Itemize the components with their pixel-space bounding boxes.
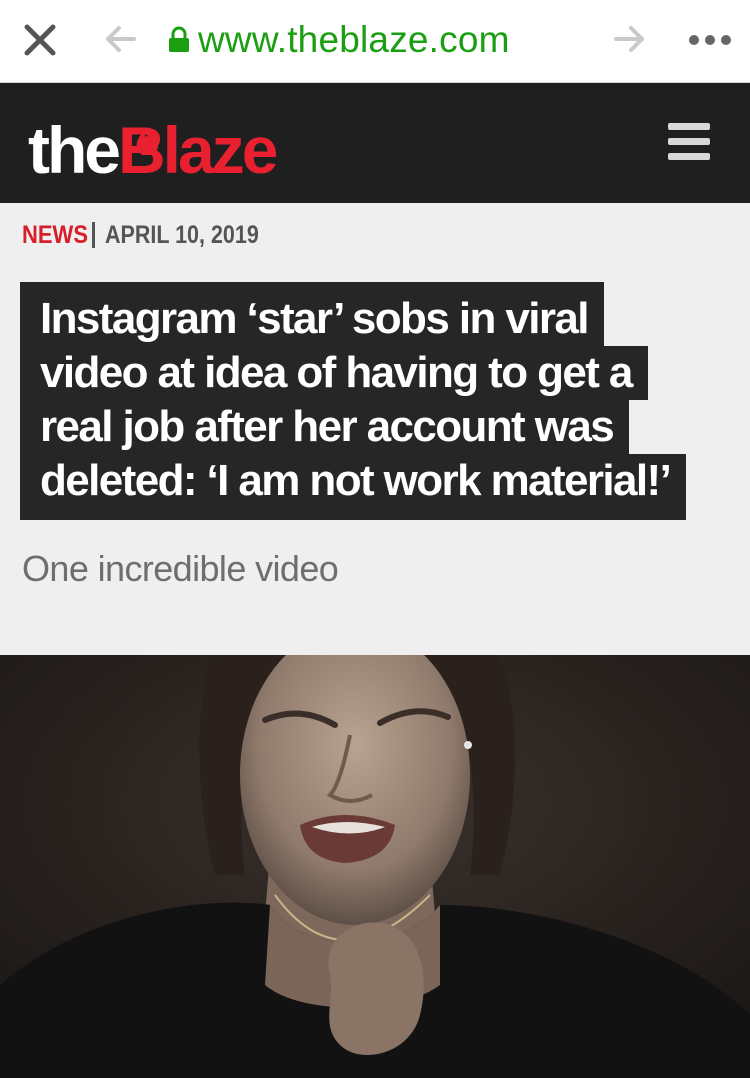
address-bar[interactable]: www.theblaze.com (168, 18, 510, 62)
meta-divider (92, 222, 95, 248)
page: www.theblaze.com the Blaze NEWS APRIL 10… (0, 0, 750, 1078)
flame-icon (128, 119, 168, 159)
logo-the: the (28, 113, 121, 187)
article-hero-image[interactable] (0, 655, 750, 1078)
headline-line: deleted: ‘I am not work material!’ (20, 454, 687, 520)
headline-line: real job after her account was (20, 400, 630, 454)
article-date: APRIL 10, 2019 (105, 221, 259, 249)
url-text: www.theblaze.com (198, 19, 510, 60)
close-icon[interactable] (22, 22, 58, 58)
article-headline: Instagram ‘star’ sobs in viral video at … (20, 282, 720, 520)
more-dots-icon[interactable] (686, 30, 734, 50)
headline-line: video at idea of having to get a (20, 346, 648, 400)
headline-line: Instagram ‘star’ sobs in viral (20, 282, 604, 346)
forward-arrow-icon[interactable] (612, 24, 646, 54)
site-header: the Blaze (0, 83, 750, 203)
article-subtitle: One incredible video (22, 548, 339, 589)
article-meta: NEWS APRIL 10, 2019 (22, 218, 284, 252)
crying-woman-photo (0, 655, 750, 1078)
site-logo[interactable]: the Blaze (28, 103, 278, 187)
back-arrow-icon[interactable] (104, 24, 138, 54)
hamburger-icon[interactable] (668, 123, 710, 161)
browser-toolbar: www.theblaze.com (0, 0, 750, 83)
lock-icon (168, 26, 190, 54)
category-link[interactable]: NEWS (22, 218, 88, 252)
